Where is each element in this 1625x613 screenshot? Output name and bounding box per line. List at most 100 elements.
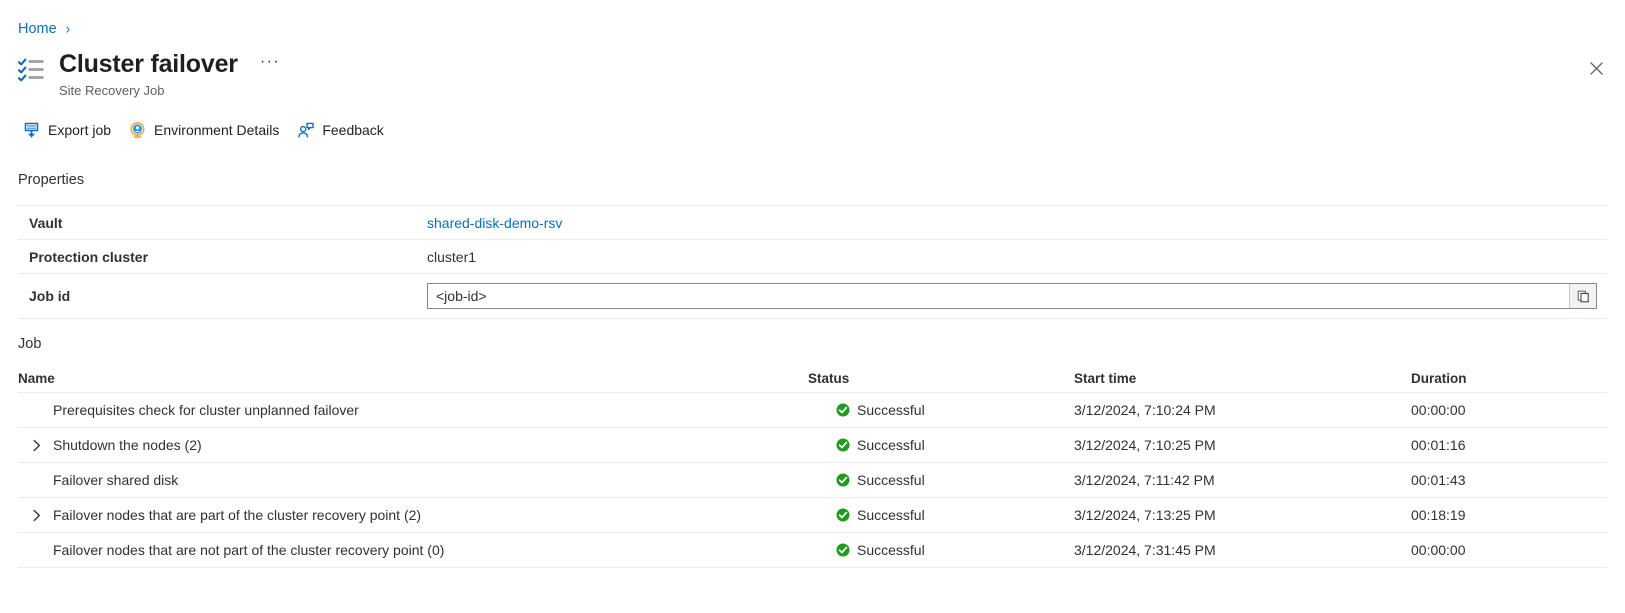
job-step-name: Prerequisites check for cluster unplanne… <box>18 402 808 418</box>
chevron-right-icon: › <box>66 19 70 40</box>
column-header-status[interactable]: Status <box>808 364 1074 393</box>
properties-table: Vault shared-disk-demo-rsv Protection cl… <box>18 205 1607 319</box>
property-value: cluster1 <box>427 240 1607 274</box>
status-label: Successful <box>857 472 925 488</box>
table-row[interactable]: Failover shared disk Successful 3/12/202… <box>18 463 1607 498</box>
vault-link[interactable]: shared-disk-demo-rsv <box>427 215 562 231</box>
cell-status: Successful <box>808 393 1074 428</box>
feedback-button[interactable]: Feedback <box>292 116 392 144</box>
close-button[interactable] <box>1580 52 1612 84</box>
chevron-right-icon[interactable] <box>32 509 42 522</box>
job-table-body: Prerequisites check for cluster unplanne… <box>18 393 1607 568</box>
job-table-header-row: Name Status Start time Duration <box>18 364 1607 393</box>
table-row[interactable]: Shutdown the nodes (2) Successful 3/12/2… <box>18 428 1607 463</box>
job-step-name: Failover nodes that are not part of the … <box>18 542 808 558</box>
cell-duration: 00:01:43 <box>1411 463 1607 498</box>
expand-slot <box>28 439 46 452</box>
cell-name: Failover nodes that are not part of the … <box>18 533 808 568</box>
copy-job-id-button[interactable] <box>1569 284 1596 308</box>
success-check-icon <box>836 403 850 417</box>
cell-status: Successful <box>808 463 1074 498</box>
job-id-field[interactable] <box>427 283 1597 309</box>
cell-name: Failover nodes that are part of the clus… <box>18 498 808 533</box>
status-label: Successful <box>857 402 925 418</box>
status-badge: Successful <box>808 472 1074 488</box>
status-badge: Successful <box>808 507 1074 523</box>
cell-start-time: 3/12/2024, 7:31:45 PM <box>1074 533 1411 568</box>
feedback-person-icon <box>297 122 314 139</box>
success-check-icon <box>836 473 850 487</box>
status-badge: Successful <box>808 437 1074 453</box>
column-header-duration[interactable]: Duration <box>1411 364 1607 393</box>
environment-details-label: Environment Details <box>154 122 279 138</box>
title-text-group: Cluster failover ··· Site Recovery Job <box>59 48 284 99</box>
cell-status: Successful <box>808 533 1074 568</box>
job-step-label: Failover nodes that are part of the clus… <box>53 507 421 523</box>
cell-status: Successful <box>808 428 1074 463</box>
page-header: Cluster failover ··· Site Recovery Job <box>18 48 284 99</box>
title-row: Cluster failover ··· <box>59 48 284 80</box>
table-row[interactable]: Failover nodes that are part of the clus… <box>18 498 1607 533</box>
status-badge: Successful <box>808 402 1074 418</box>
command-bar: Export job Environment Details Feedback <box>18 116 397 144</box>
copy-icon <box>1577 290 1590 303</box>
column-header-start-time[interactable]: Start time <box>1074 364 1411 393</box>
job-id-input[interactable] <box>428 284 1569 308</box>
success-check-icon <box>836 508 850 522</box>
cell-duration: 00:00:00 <box>1411 393 1607 428</box>
property-key: Protection cluster <box>18 240 427 274</box>
close-icon <box>1590 62 1603 75</box>
property-key: Vault <box>18 206 427 240</box>
cell-start-time: 3/12/2024, 7:10:24 PM <box>1074 393 1411 428</box>
export-job-button[interactable]: Export job <box>18 116 120 144</box>
success-check-icon <box>836 543 850 557</box>
cell-name: Prerequisites check for cluster unplanne… <box>18 393 808 428</box>
properties-row-job-id: Job id <box>18 274 1607 319</box>
property-key: Job id <box>18 274 427 319</box>
table-row[interactable]: Failover nodes that are not part of the … <box>18 533 1607 568</box>
globe-icon <box>129 122 146 139</box>
cell-name: Failover shared disk <box>18 463 808 498</box>
cell-start-time: 3/12/2024, 7:13:25 PM <box>1074 498 1411 533</box>
job-checklist-icon <box>18 56 48 86</box>
status-label: Successful <box>857 542 925 558</box>
cell-start-time: 3/12/2024, 7:10:25 PM <box>1074 428 1411 463</box>
export-job-label: Export job <box>48 122 111 138</box>
expand-slot <box>28 509 46 522</box>
chevron-right-icon[interactable] <box>32 439 42 452</box>
cell-duration: 00:01:16 <box>1411 428 1607 463</box>
job-step-name: Shutdown the nodes (2) <box>18 437 808 453</box>
cell-name: Shutdown the nodes (2) <box>18 428 808 463</box>
breadcrumb: Home › <box>18 20 70 38</box>
table-row[interactable]: Prerequisites check for cluster unplanne… <box>18 393 1607 428</box>
export-icon <box>23 122 40 139</box>
column-header-name[interactable]: Name <box>18 364 808 393</box>
job-step-label: Failover nodes that are not part of the … <box>53 542 444 558</box>
properties-row-protection-cluster: Protection cluster cluster1 <box>18 240 1607 274</box>
property-value: shared-disk-demo-rsv <box>427 206 1607 240</box>
properties-row-vault: Vault shared-disk-demo-rsv <box>18 206 1607 240</box>
success-check-icon <box>836 438 850 452</box>
job-step-label: Shutdown the nodes (2) <box>53 437 202 453</box>
job-steps-table: Name Status Start time Duration Prerequi… <box>18 364 1607 568</box>
breadcrumb-item-home[interactable]: Home <box>18 20 57 38</box>
job-step-label: Failover shared disk <box>53 472 178 488</box>
page-title: Cluster failover <box>59 48 238 80</box>
job-step-label: Prerequisites check for cluster unplanne… <box>53 402 359 418</box>
status-badge: Successful <box>808 542 1074 558</box>
environment-details-button[interactable]: Environment Details <box>124 116 288 144</box>
job-heading: Job <box>18 336 41 352</box>
cell-duration: 00:18:19 <box>1411 498 1607 533</box>
page-subtitle: Site Recovery Job <box>59 82 284 99</box>
status-label: Successful <box>857 437 925 453</box>
status-label: Successful <box>857 507 925 523</box>
more-options-button[interactable]: ··· <box>256 49 284 79</box>
job-step-name: Failover shared disk <box>18 472 808 488</box>
cell-status: Successful <box>808 498 1074 533</box>
job-step-name: Failover nodes that are part of the clus… <box>18 507 808 523</box>
cell-duration: 00:00:00 <box>1411 533 1607 568</box>
cell-start-time: 3/12/2024, 7:11:42 PM <box>1074 463 1411 498</box>
properties-heading: Properties <box>18 172 84 188</box>
feedback-label: Feedback <box>322 122 383 138</box>
property-value <box>427 274 1607 319</box>
